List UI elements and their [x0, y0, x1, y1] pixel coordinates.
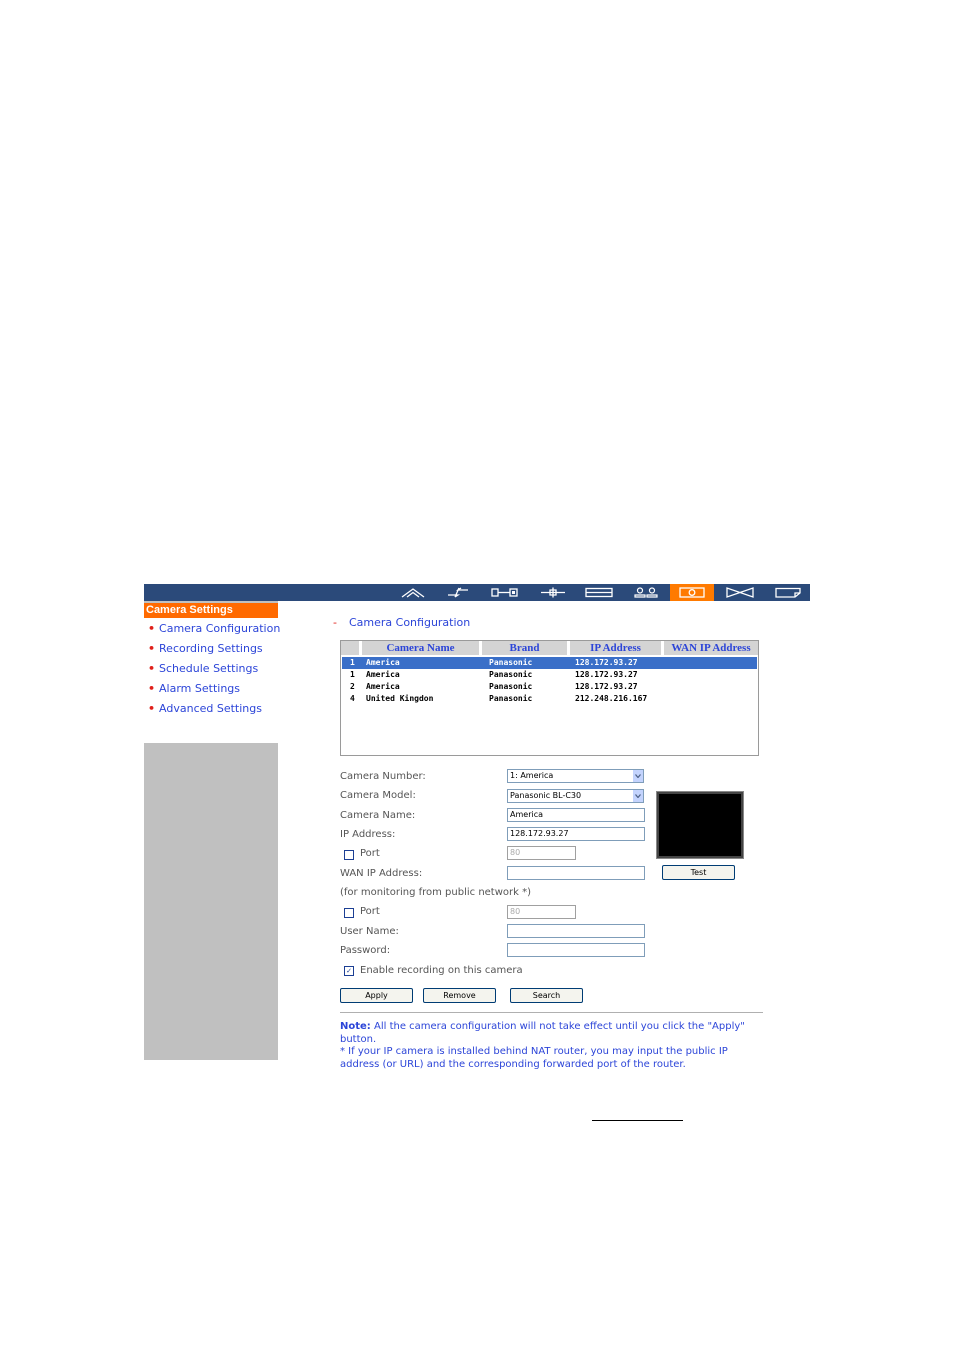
- row-ip: 128.172.93.27: [575, 658, 638, 667]
- table-row[interactable]: 4 United Kingdon Panasonic 212.248.216.1…: [342, 693, 757, 705]
- row-ip: 128.172.93.27: [575, 682, 638, 691]
- port-checkbox[interactable]: [344, 850, 354, 860]
- checkmark-icon: ✓: [346, 967, 352, 975]
- camera-model-value: Panasonic BL-C30: [510, 791, 582, 800]
- row-brand: Panasonic: [489, 670, 533, 679]
- table-row[interactable]: 1 America Panasonic 128.172.93.27: [342, 657, 757, 669]
- row-camera-name: America: [366, 682, 400, 691]
- camera-number-label: Camera Number:: [340, 771, 426, 782]
- sidebar-item-label: Camera Configuration: [159, 622, 281, 635]
- camera-model-select[interactable]: Panasonic BL-C30: [507, 789, 644, 803]
- plus-icon[interactable]: [531, 584, 575, 601]
- row-brand: Panasonic: [489, 682, 533, 691]
- sidebar-item-advanced-settings[interactable]: • Advanced Settings: [148, 701, 262, 717]
- camera-model-label: Camera Model:: [340, 790, 416, 801]
- sidebar-item-label: Schedule Settings: [159, 662, 259, 675]
- page-title-text: Camera Configuration: [348, 616, 471, 629]
- chevron-down-icon[interactable]: [633, 790, 643, 802]
- divider: [340, 1012, 763, 1013]
- camera-preview: [656, 791, 744, 859]
- user-name-input[interactable]: [507, 924, 645, 938]
- enable-recording-label: Enable recording on this camera: [360, 965, 523, 976]
- column-header-brand: Brand: [482, 641, 567, 655]
- camera-number-value: 1: America: [510, 771, 554, 780]
- configuration-note: Note: All the camera configuration will …: [340, 1021, 770, 1071]
- row-number: 1: [350, 670, 355, 679]
- note-line1: All the camera configuration will not ta…: [340, 1021, 745, 1045]
- wan-ip-address-input[interactable]: [507, 866, 645, 880]
- underline-decoration: [592, 1120, 683, 1121]
- note-line2: * If your IP camera is installed behind …: [340, 1046, 728, 1070]
- row-ip: 212.248.216.167: [575, 694, 648, 703]
- wan-ip-address-label: WAN IP Address:: [340, 868, 423, 879]
- camera-settings-window: Camera Settings • Camera Configuration • R…: [144, 584, 810, 1070]
- password-input[interactable]: [507, 943, 645, 957]
- ip-address-input[interactable]: 128.172.93.27: [507, 827, 645, 841]
- camera-number-select[interactable]: 1: America: [507, 769, 644, 783]
- sidebar-item-schedule-settings[interactable]: • Schedule Settings: [148, 661, 258, 677]
- port2-input[interactable]: 80: [507, 905, 576, 919]
- users-icon[interactable]: [624, 584, 668, 601]
- column-header-camera-name: Camera Name: [362, 641, 479, 655]
- page-title: - Camera Configuration: [333, 616, 471, 629]
- note-prefix: Note:: [340, 1021, 371, 1032]
- home-icon[interactable]: [391, 584, 435, 601]
- sidebar-item-label: Alarm Settings: [159, 682, 241, 695]
- row-number: 4: [350, 694, 355, 703]
- sidebar-menu: • Camera Configuration • Recording Setting…: [144, 618, 280, 743]
- row-ip: 128.172.93.27: [575, 670, 638, 679]
- apply-button[interactable]: Apply: [340, 988, 413, 1003]
- port-input[interactable]: 80: [507, 846, 576, 860]
- row-camera-name: America: [366, 658, 400, 667]
- enable-recording-checkbox[interactable]: ✓: [344, 966, 354, 976]
- ip-address-label: IP Address:: [340, 829, 396, 840]
- public-network-note: (for monitoring from public network *): [340, 887, 532, 898]
- column-header-wan-ip-address: WAN IP Address: [664, 641, 758, 655]
- sidebar-item-camera-configuration[interactable]: • Camera Configuration: [148, 621, 280, 637]
- row-camera-name: United Kingdon: [366, 694, 434, 703]
- sidebar-item-label: Advanced Settings: [159, 702, 262, 715]
- user-name-label: User Name:: [340, 926, 399, 937]
- remove-button[interactable]: Remove: [423, 988, 496, 1003]
- sidebar-title: Camera Settings: [144, 603, 278, 618]
- lightning-icon[interactable]: [436, 584, 480, 601]
- sidebar: Camera Settings • Camera Configuration • R…: [144, 601, 280, 1060]
- test-button[interactable]: Test: [662, 865, 735, 880]
- table-row[interactable]: 2 America Panasonic 128.172.93.27: [342, 681, 757, 693]
- camera-list[interactable]: Camera Name Brand IP Address WAN IP Addr…: [340, 640, 759, 756]
- row-brand: Panasonic: [489, 694, 533, 703]
- sidebar-item-label: Recording Settings: [159, 642, 263, 655]
- camera-name-label: Camera Name:: [340, 810, 416, 821]
- search-button[interactable]: Search: [510, 988, 583, 1003]
- password-label: Password:: [340, 945, 391, 956]
- row-brand: Panasonic: [489, 658, 533, 667]
- chevron-down-icon[interactable]: [633, 770, 643, 782]
- row-camera-name: America: [366, 670, 400, 679]
- sidebar-item-alarm-settings[interactable]: • Alarm Settings: [148, 681, 240, 697]
- camera-name-input[interactable]: America: [507, 808, 645, 822]
- row-number: 2: [350, 682, 355, 691]
- column-header-ip-address: IP Address: [570, 641, 661, 655]
- sidebar-item-recording-settings[interactable]: • Recording Settings: [148, 641, 263, 657]
- list-icon[interactable]: [577, 584, 621, 601]
- top-navigation-bar: [144, 584, 810, 601]
- column-header-number: [341, 641, 359, 655]
- network-icon[interactable]: [483, 584, 527, 601]
- port2-label: Port: [360, 906, 380, 917]
- bowtie-icon[interactable]: [718, 584, 762, 601]
- port2-checkbox[interactable]: [344, 908, 354, 918]
- camera-icon[interactable]: [670, 584, 714, 601]
- port-label: Port: [360, 848, 380, 859]
- note-icon[interactable]: [766, 584, 810, 601]
- table-row[interactable]: 1 America Panasonic 128.172.93.27: [342, 669, 757, 681]
- row-number: 1: [350, 658, 355, 667]
